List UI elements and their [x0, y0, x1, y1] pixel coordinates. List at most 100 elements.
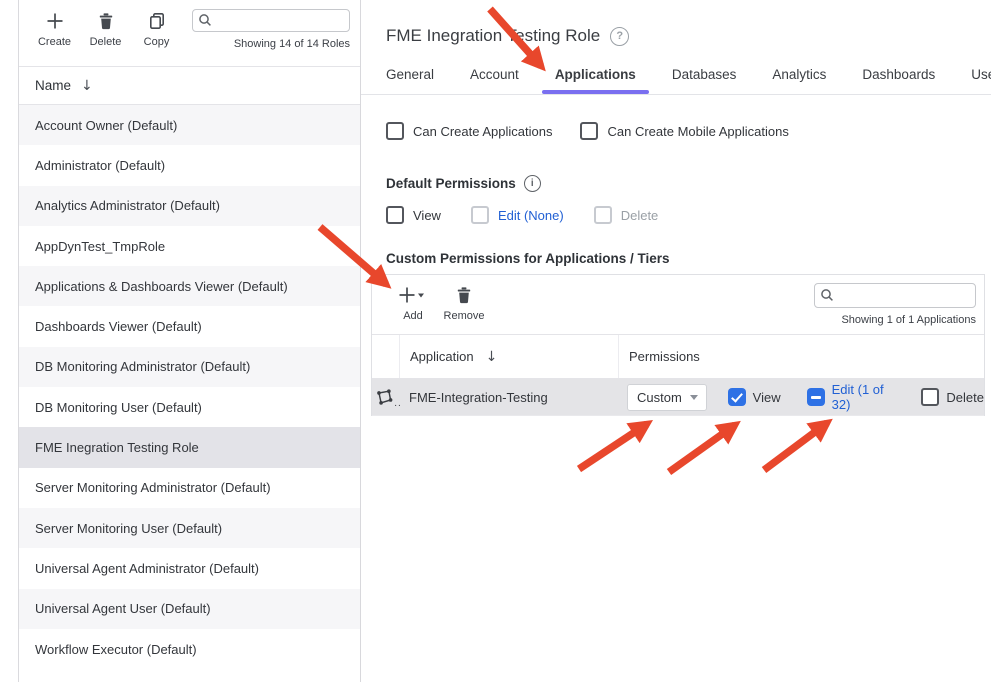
search-icon	[198, 13, 212, 27]
can-create-mobile-applications-option[interactable]: Can Create Mobile Applications	[580, 122, 788, 140]
copy-button-label: Copy	[144, 36, 170, 48]
can-create-mobile-applications-label: Can Create Mobile Applications	[607, 124, 788, 139]
default-view-option[interactable]: View	[386, 206, 441, 224]
roles-search-area: Showing 14 of 14 Roles	[192, 9, 350, 50]
permissions-column-label: Permissions	[629, 349, 700, 364]
roles-search-input[interactable]	[192, 9, 350, 32]
default-edit-checkbox[interactable]	[471, 206, 489, 224]
role-list-item[interactable]: Universal Agent User (Default)	[19, 589, 360, 629]
permission-mode-select[interactable]: Custom	[627, 384, 707, 411]
default-delete-label: Delete	[621, 208, 659, 223]
application-column-header[interactable]: Application ↓	[400, 335, 619, 378]
view-permission-option[interactable]: View	[728, 388, 781, 406]
edit-checkbox[interactable]	[807, 388, 825, 406]
tab-dashboards[interactable]: Dashboards	[862, 67, 935, 94]
icon-column-header	[372, 335, 400, 378]
delete-checkbox[interactable]	[921, 388, 939, 406]
applications-search-area: Showing 1 of 1 Applications	[814, 283, 976, 326]
can-create-applications-checkbox[interactable]	[386, 122, 404, 140]
application-column-label: Application	[410, 349, 474, 364]
roles-sidebar: Create Delete	[18, 0, 361, 682]
view-checkbox[interactable]	[728, 388, 746, 406]
application-icon-cell: ..	[372, 388, 399, 407]
name-column-label: Name	[35, 78, 71, 93]
role-list-item[interactable]: DB Monitoring Administrator (Default)	[19, 347, 360, 387]
default-permissions-heading-row: Default Permissions i	[386, 175, 991, 192]
create-capability-options: Can Create Applications Can Create Mobil…	[386, 122, 991, 140]
custom-permissions-heading-row: Custom Permissions for Applications / Ti…	[386, 251, 991, 266]
delete-label: Delete	[946, 390, 984, 405]
role-list-item[interactable]: Universal Agent Administrator (Default)	[19, 548, 360, 588]
roles-list: Account Owner (Default) Administrator (D…	[19, 105, 360, 669]
delete-button-label: Delete	[90, 36, 122, 48]
remove-button[interactable]: Remove	[436, 283, 492, 322]
tab-account[interactable]: Account	[470, 67, 519, 94]
copy-role-button[interactable]: Copy	[131, 9, 182, 48]
role-list-item[interactable]: Server Monitoring User (Default)	[19, 508, 360, 548]
help-icon[interactable]: ?	[610, 27, 629, 46]
create-button-label: Create	[38, 36, 71, 48]
applications-count-text: Showing 1 of 1 Applications	[841, 314, 976, 326]
role-detail-panel: FME Inegration Testing Role ? General Ac…	[361, 0, 991, 682]
application-permission-row: .. FME-Integration-Testing Custom View	[372, 379, 984, 416]
edit-label[interactable]: Edit (1 of 32)	[832, 382, 900, 412]
can-create-applications-label: Can Create Applications	[413, 124, 552, 139]
role-title-row: FME Inegration Testing Role ?	[361, 0, 991, 46]
role-list-item[interactable]: Applications & Dashboards Viewer (Defaul…	[19, 266, 360, 306]
roles-admin-page: Create Delete	[0, 0, 991, 682]
permissions-cell: Custom View Edit (1 of 32) Delete	[617, 382, 984, 412]
trash-icon	[96, 9, 116, 33]
roles-count-text: Showing 14 of 14 Roles	[234, 38, 350, 50]
role-list-item[interactable]: Account Owner (Default)	[19, 105, 360, 145]
info-icon[interactable]: i	[524, 175, 541, 192]
default-delete-checkbox[interactable]	[594, 206, 612, 224]
role-list-item[interactable]: Analytics Administrator (Default)	[19, 186, 360, 226]
role-tabs: General Account Applications Databases A…	[361, 67, 991, 95]
tab-analytics[interactable]: Analytics	[772, 67, 826, 94]
default-edit-option[interactable]: Edit (None)	[471, 206, 564, 224]
role-list-item[interactable]: DB Monitoring User (Default)	[19, 387, 360, 427]
can-create-applications-option[interactable]: Can Create Applications	[386, 122, 552, 140]
custom-permissions-toolbar: Add Remove	[372, 275, 984, 335]
permissions-column-header: Permissions	[619, 335, 984, 378]
plus-icon	[45, 9, 65, 33]
add-button-label: Add	[403, 310, 423, 322]
create-role-button[interactable]: Create	[29, 9, 80, 48]
can-create-mobile-applications-checkbox[interactable]	[580, 122, 598, 140]
role-list-item[interactable]: Server Monitoring Administrator (Default…	[19, 468, 360, 508]
default-view-checkbox[interactable]	[386, 206, 404, 224]
applications-search-input[interactable]	[814, 283, 976, 308]
tab-general[interactable]: General	[386, 67, 434, 94]
remove-button-label: Remove	[444, 310, 485, 322]
role-list-item[interactable]: Administrator (Default)	[19, 145, 360, 185]
delete-role-button[interactable]: Delete	[80, 9, 131, 48]
role-list-item[interactable]: AppDynTest_TmpRole	[19, 226, 360, 266]
role-list-item[interactable]: Workflow Executor (Default)	[19, 629, 360, 669]
custom-permissions-panel: Add Remove	[371, 274, 985, 416]
applications-search	[814, 283, 976, 308]
default-delete-option[interactable]: Delete	[594, 206, 659, 224]
role-list-item[interactable]: Dashboards Viewer (Default)	[19, 306, 360, 346]
permission-mode-value: Custom	[637, 390, 682, 405]
default-edit-label[interactable]: Edit (None)	[498, 208, 564, 223]
roles-toolbar: Create Delete	[19, 0, 360, 67]
trash-icon	[454, 283, 474, 307]
tab-applications[interactable]: Applications	[555, 67, 636, 94]
edit-permission-option[interactable]: Edit (1 of 32)	[807, 382, 900, 412]
add-button[interactable]: Add	[390, 283, 436, 322]
application-name-cell: FME-Integration-Testing	[399, 390, 617, 405]
application-flowmap-icon	[375, 388, 394, 407]
tab-user-a[interactable]: User a	[971, 67, 991, 94]
plus-dropdown-icon	[399, 283, 427, 307]
name-column-header[interactable]: Name ↓	[19, 67, 360, 105]
tab-databases[interactable]: Databases	[672, 67, 737, 94]
role-list-item-selected[interactable]: FME Inegration Testing Role	[19, 427, 360, 467]
chevron-down-icon	[690, 395, 698, 400]
application-name: FME-Integration-Testing	[409, 390, 548, 405]
default-permissions-options: View Edit (None) Delete	[386, 206, 991, 224]
delete-permission-option[interactable]: Delete	[921, 388, 984, 406]
default-view-label: View	[413, 208, 441, 223]
roles-search	[192, 9, 350, 32]
search-icon	[820, 288, 834, 302]
view-label: View	[753, 390, 781, 405]
